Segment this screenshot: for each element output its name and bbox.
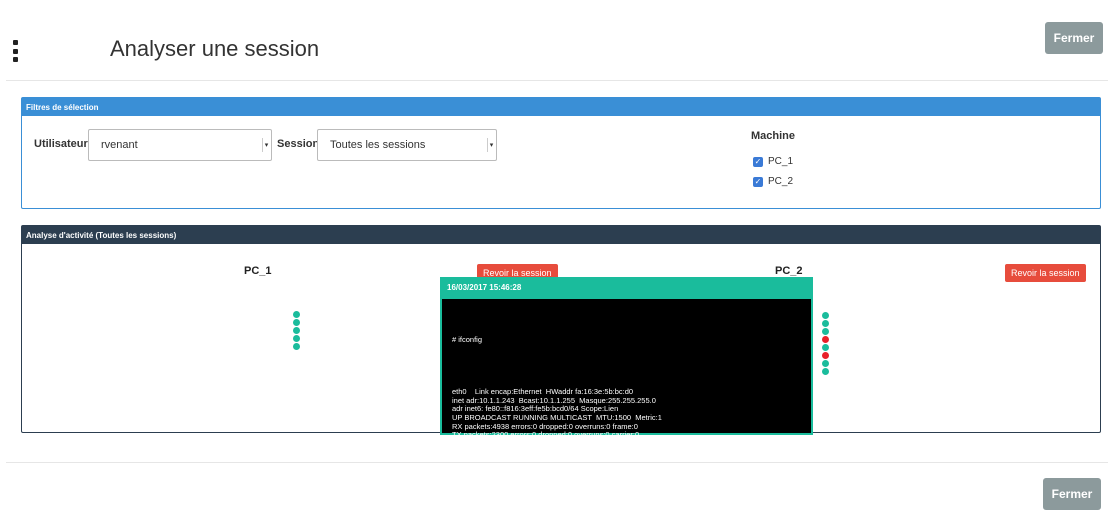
- tooltip-timestamp: 16/03/2017 15:46:28: [442, 279, 811, 299]
- user-label: Utilisateur: [34, 138, 88, 150]
- chevron-down-icon: ▾: [262, 138, 270, 152]
- activity-event-dot[interactable]: [293, 327, 300, 334]
- filters-panel-title: Filtres de sélection: [22, 98, 1100, 116]
- machine-checkbox-pc2[interactable]: ✓ PC_2: [753, 176, 793, 187]
- activity-event-dot[interactable]: [293, 311, 300, 318]
- chevron-down-icon: ▾: [487, 138, 495, 152]
- session-label: Session: [277, 138, 320, 150]
- page-title: Analyser une session: [110, 36, 320, 61]
- activity-event-dot[interactable]: [822, 328, 829, 335]
- checkbox-checked-icon[interactable]: ✓: [753, 176, 763, 187]
- activity-event-dot[interactable]: [293, 319, 300, 326]
- activity-event-dot[interactable]: [822, 368, 829, 375]
- activity-event-dot[interactable]: [822, 336, 829, 343]
- activity-event-dot[interactable]: [822, 312, 829, 319]
- footer-divider: [6, 462, 1108, 463]
- activity-event-dot[interactable]: [822, 352, 829, 359]
- header-divider: [6, 80, 1108, 81]
- user-select-value: rvenant: [101, 139, 138, 151]
- more-menu-icon[interactable]: [12, 40, 18, 62]
- machine-checkbox-label: PC_1: [768, 156, 794, 167]
- machine-checkbox-pc1[interactable]: ✓ PC_1: [753, 156, 793, 167]
- user-select[interactable]: rvenant ▾: [88, 129, 272, 161]
- activity-event-dot[interactable]: [822, 360, 829, 367]
- activity-event-dot[interactable]: [822, 320, 829, 327]
- machine-name-pc1: PC_1: [244, 265, 272, 277]
- activity-dots-pc1: [293, 311, 300, 350]
- close-button-bottom[interactable]: Fermer: [1043, 478, 1101, 510]
- tooltip-body: # ifconfig eth0 Link encap:Ethernet HWad…: [442, 299, 811, 474]
- activity-dots-pc2: [822, 312, 829, 375]
- machine-label: Machine: [751, 130, 796, 142]
- session-select-value: Toutes les sessions: [330, 139, 426, 151]
- close-button-top[interactable]: Fermer: [1045, 22, 1103, 54]
- tooltip-command: # ifconfig: [452, 335, 483, 345]
- checkbox-checked-icon[interactable]: ✓: [753, 156, 763, 167]
- activity-event-dot[interactable]: [822, 344, 829, 351]
- activity-event-dot[interactable]: [293, 335, 300, 342]
- tooltip-output-line: RX bytes:307992 (300.7 KiB) TX bytes:203…: [452, 447, 650, 457]
- machine-checkbox-label: PC_2: [768, 176, 794, 187]
- machine-name-pc2: PC_2: [775, 265, 803, 277]
- tooltip-output: eth0 Link encap:Ethernet HWaddr fa:16:3e…: [452, 388, 811, 457]
- session-select[interactable]: Toutes les sessions ▾: [317, 129, 497, 161]
- activity-event-dot[interactable]: [293, 343, 300, 350]
- activity-tooltip: 16/03/2017 15:46:28 # ifconfig eth0 Link…: [440, 277, 813, 456]
- activity-panel-title: Analyse d'activité (Toutes les sessions): [22, 226, 1100, 244]
- replay-session-button-pc2[interactable]: Revoir la session: [1005, 264, 1086, 282]
